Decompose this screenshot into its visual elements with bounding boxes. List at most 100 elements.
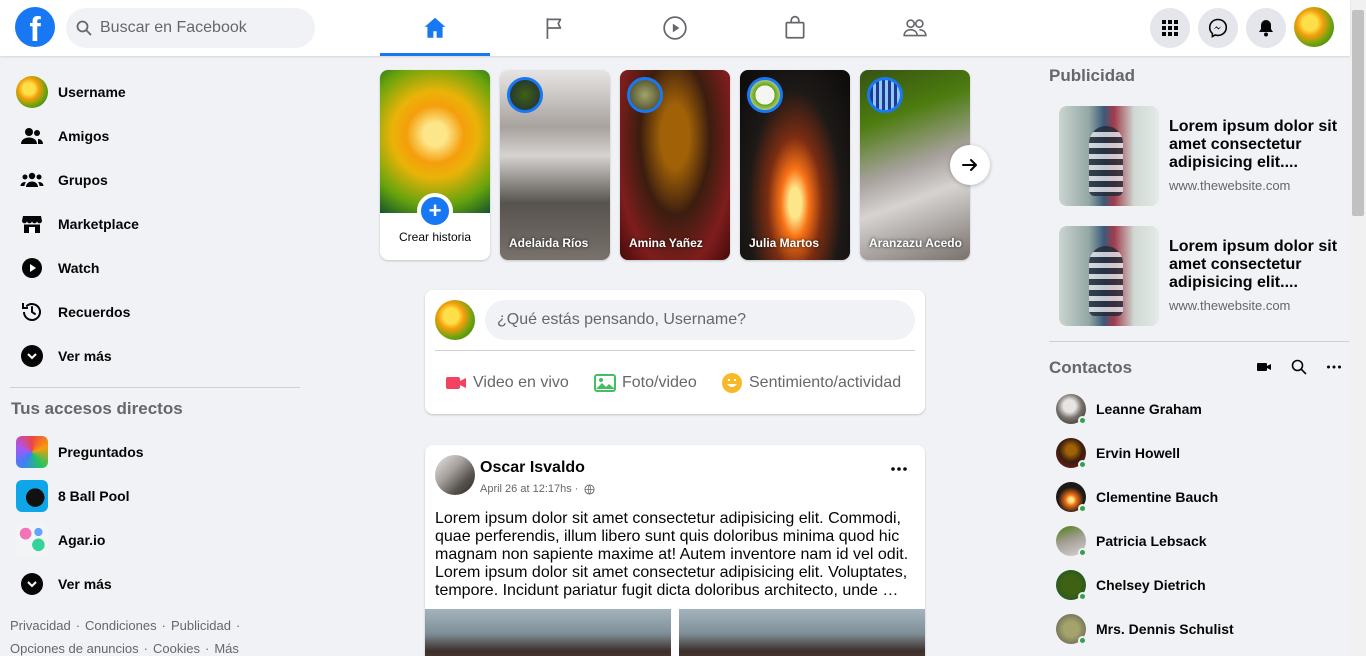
post-image[interactable]	[679, 609, 925, 656]
messenger-button[interactable]	[1198, 8, 1238, 48]
sidebar-item-label: Amigos	[58, 128, 110, 144]
search-icon	[1291, 359, 1307, 375]
tab-groups[interactable]	[860, 0, 970, 56]
footer-link[interactable]: Condiciones	[85, 618, 157, 633]
post-options-button[interactable]	[885, 459, 913, 479]
new-room-button[interactable]	[1254, 357, 1274, 377]
post-author-avatar[interactable]	[435, 455, 475, 495]
menu-button[interactable]	[1150, 8, 1190, 48]
messenger-icon	[1208, 18, 1228, 38]
contact-name: Patricia Lebsack	[1096, 533, 1207, 549]
search-input[interactable]	[100, 19, 300, 37]
contact-item[interactable]: Chelsey Dietrich	[1056, 567, 1346, 603]
footer-link[interactable]: Privacidad	[10, 618, 71, 633]
tab-marketplace[interactable]	[740, 0, 850, 56]
contact-name: Ervin Howell	[1096, 445, 1181, 461]
sidebar-item-see-more[interactable]: Ver más	[10, 334, 300, 378]
create-story-card[interactable]: + Crear historia	[380, 70, 490, 260]
contact-item[interactable]: Mrs. Dennis Schulist	[1056, 611, 1346, 647]
more-horizontal-icon	[1327, 365, 1341, 369]
sidebar-item-label: Marketplace	[58, 216, 139, 232]
ad-url: www.thewebsite.com	[1169, 178, 1291, 193]
video-camera-icon	[446, 377, 466, 389]
ads-title: Publicidad	[1049, 66, 1135, 85]
notifications-button[interactable]	[1246, 8, 1286, 48]
page-scrollbar[interactable]	[1350, 0, 1366, 656]
sponsored-ad[interactable]: Lorem ipsum dolor sit amet consectetur a…	[1059, 226, 1339, 326]
footer-links-line1: Privacidad · Condiciones · Publicidad ·	[10, 618, 241, 633]
stories-next-button[interactable]	[950, 145, 990, 185]
footer-link[interactable]: Cookies	[153, 641, 200, 656]
search-contacts-button[interactable]	[1289, 357, 1309, 377]
live-video-label: Video en vivo	[473, 374, 569, 391]
scrollbar-thumb[interactable]	[1352, 10, 1364, 216]
search-box[interactable]	[66, 8, 315, 48]
avatar[interactable]	[435, 300, 475, 340]
live-video-button[interactable]: Video en vivo	[445, 365, 569, 401]
photo-video-button[interactable]: Foto/video	[594, 365, 697, 401]
post-author-name[interactable]: Oscar Isvaldo	[480, 459, 585, 477]
post-image[interactable]	[425, 609, 671, 656]
contact-item[interactable]: Ervin Howell	[1056, 435, 1346, 471]
agar-io-app-icon	[16, 524, 48, 556]
contact-item[interactable]: Clementine Bauch	[1056, 479, 1346, 515]
shortcut-see-more[interactable]: Ver más	[10, 562, 300, 606]
play-icon-wrap	[16, 252, 48, 284]
tab-home[interactable]	[380, 0, 490, 56]
contact-item[interactable]: Patricia Lebsack	[1056, 523, 1346, 559]
contact-name: Chelsey Dietrich	[1096, 577, 1206, 593]
friends-icon	[21, 128, 43, 144]
facebook-logo-icon[interactable]: f	[15, 7, 55, 47]
feeling-activity-button[interactable]: Sentimiento/actividad	[721, 365, 901, 401]
shortcut-label: 8 Ball Pool	[58, 488, 130, 504]
notifications-bell-icon	[1259, 20, 1273, 37]
ad-image	[1059, 226, 1159, 326]
contact-item[interactable]: Leanne Graham	[1056, 391, 1346, 427]
tab-pages[interactable]	[500, 0, 610, 56]
sponsored-ad[interactable]: Lorem ipsum dolor sit amet consectetur a…	[1059, 106, 1339, 206]
footer-link[interactable]: Opciones de anuncios	[10, 641, 139, 656]
sidebar-item-label: Username	[58, 84, 126, 100]
more-horizontal-icon	[891, 467, 907, 471]
footer-link[interactable]: Más	[214, 641, 239, 656]
sidebar-item-marketplace[interactable]: Marketplace	[10, 202, 300, 246]
story-card[interactable]: Julia Martos	[740, 70, 850, 260]
shortcut-agar-io[interactable]: Agar.io	[10, 518, 300, 562]
story-avatar	[507, 77, 543, 113]
story-name: Aranzazu Acedo	[869, 236, 962, 250]
sidebar-item-memories[interactable]: Recuerdos	[10, 290, 300, 334]
search-icon	[76, 20, 92, 36]
post-timestamp[interactable]: April 26 at 12:17hs	[480, 483, 572, 495]
contact-name: Leanne Graham	[1096, 401, 1202, 417]
globe-icon	[584, 483, 595, 495]
sidebar-item-profile[interactable]: Username	[10, 70, 300, 114]
contacts-options-button[interactable]	[1324, 357, 1344, 377]
contact-name: Clementine Bauch	[1096, 489, 1219, 505]
sidebar-item-groups[interactable]: Grupos	[10, 158, 300, 202]
whats-on-your-mind-input[interactable]	[485, 300, 915, 340]
story-avatar	[747, 77, 783, 113]
story-avatar	[627, 77, 663, 113]
shortcuts-title: Tus accesos directos	[11, 399, 183, 418]
top-navigation-bar: f	[0, 0, 1350, 56]
ad-title: Lorem ipsum dolor sit amet consectetur a…	[1169, 118, 1338, 171]
profile-avatar[interactable]	[1294, 7, 1334, 47]
footer-link[interactable]: Publicidad	[171, 618, 231, 633]
contacts-title: Contactos	[1049, 358, 1133, 377]
tab-watch[interactable]	[620, 0, 730, 56]
story-card[interactable]: Amina Yañez	[620, 70, 730, 260]
sidebar-divider	[10, 387, 300, 388]
shortcut-8-ball-pool[interactable]: 8 Ball Pool	[10, 474, 300, 518]
video-camera-icon	[1257, 363, 1271, 371]
avatar	[16, 76, 48, 108]
story-card[interactable]: Adelaida Ríos	[500, 70, 610, 260]
friends-icon-wrap	[16, 120, 48, 152]
sidebar-item-watch[interactable]: Watch	[10, 246, 300, 290]
online-status-dot	[1078, 592, 1087, 601]
shortcut-preguntados[interactable]: Preguntados	[10, 430, 300, 474]
sidebar-item-friends[interactable]: Amigos	[10, 114, 300, 158]
right-divider	[1049, 341, 1349, 342]
chevron-down-icon	[21, 573, 43, 595]
photo-video-label: Foto/video	[622, 374, 697, 391]
clock-history-icon-wrap	[16, 296, 48, 328]
